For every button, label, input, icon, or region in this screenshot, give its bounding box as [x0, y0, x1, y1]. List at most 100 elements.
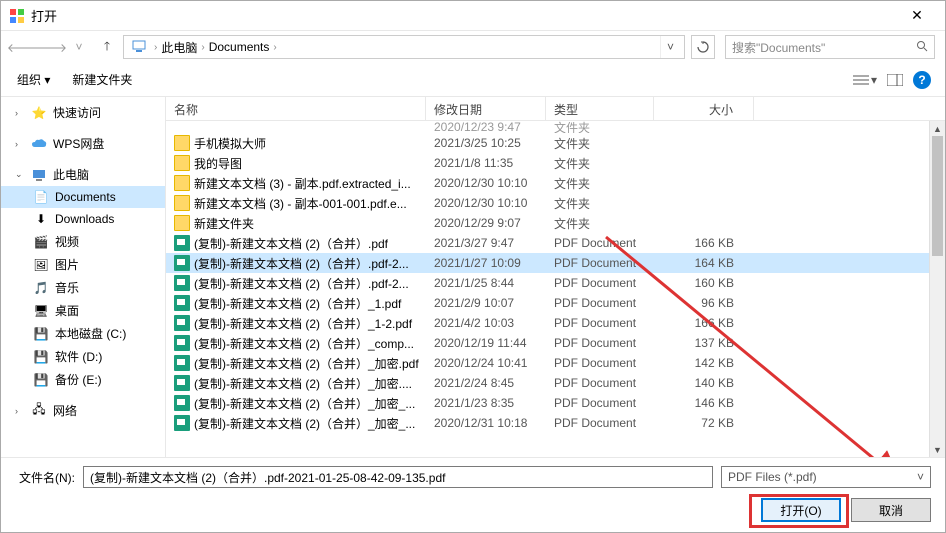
network-icon: 🖧: [31, 403, 47, 419]
file-row[interactable]: 手机模拟大师 2021/3/25 10:25文件夹: [166, 133, 945, 153]
file-row[interactable]: (复制)-新建文本文档 (2)（合并）_加密_...2020/12/31 10:…: [166, 413, 945, 433]
desktop-icon: 🖥: [33, 303, 49, 319]
preview-pane-button[interactable]: [887, 74, 903, 86]
disk-icon: 💾: [33, 372, 49, 388]
scroll-up-icon[interactable]: ▲: [930, 121, 945, 136]
sidebar-disk-e[interactable]: 💾备份 (E:): [1, 368, 165, 391]
recent-dropdown[interactable]: ˅: [67, 35, 91, 59]
downloads-icon: ⬇: [33, 211, 49, 227]
scrollbar[interactable]: ▲ ▼: [929, 121, 945, 457]
file-name: 手机模拟大师: [194, 135, 266, 152]
file-row[interactable]: (复制)-新建文本文档 (2)（合并）.pdf-2...2021/1/27 10…: [166, 253, 945, 273]
close-button[interactable]: ✕: [897, 2, 937, 30]
file-type: 文件夹: [546, 155, 654, 172]
open-button[interactable]: 打开(O): [761, 498, 841, 522]
sidebar-desktop[interactable]: 🖥桌面: [1, 299, 165, 322]
sidebar-quick-access[interactable]: ›⭐快速访问: [1, 101, 165, 124]
up-button[interactable]: 🡑: [95, 35, 119, 59]
sidebar-disk-c[interactable]: 💾本地磁盘 (C:): [1, 322, 165, 345]
file-date: 2021/2/24 8:45: [426, 376, 546, 390]
file-size: 96 KB: [654, 296, 754, 310]
file-row[interactable]: (复制)-新建文本文档 (2)（合并）_加密.pdf2020/12/24 10:…: [166, 353, 945, 373]
sidebar-pictures[interactable]: 🖼图片: [1, 253, 165, 276]
file-row-truncated[interactable]: 2020/12/23 9:47 文件夹: [166, 121, 945, 133]
file-type: 文件夹: [546, 175, 654, 192]
forward-button[interactable]: 🡒: [39, 35, 63, 59]
new-folder-button[interactable]: 新建文件夹: [70, 67, 134, 92]
file-row[interactable]: 新建文本文档 (3) - 副本.pdf.extracted_i...2020/1…: [166, 173, 945, 193]
file-date: 2020/12/30 10:10: [426, 196, 546, 210]
view-mode-button[interactable]: ▾: [853, 73, 877, 87]
breadcrumb[interactable]: › 此电脑 › Documents › ˅: [123, 35, 685, 59]
sidebar-downloads[interactable]: ⬇Downloads: [1, 208, 165, 230]
help-button[interactable]: ?: [913, 71, 931, 89]
pdf-icon: [174, 335, 190, 351]
column-type[interactable]: 类型: [546, 97, 654, 120]
scrollbar-thumb[interactable]: [932, 136, 943, 256]
file-name: 新建文本文档 (3) - 副本.pdf.extracted_i...: [194, 175, 411, 192]
file-name: (复制)-新建文本文档 (2)（合并）_加密....: [194, 375, 412, 392]
organize-menu[interactable]: 组织 ▾: [15, 67, 52, 92]
search-input[interactable]: 搜索"Documents": [725, 35, 935, 59]
file-row[interactable]: (复制)-新建文本文档 (2)（合并）.pdf2021/3/27 9:47PDF…: [166, 233, 945, 253]
file-size: 164 KB: [654, 256, 754, 270]
file-date: 2021/3/25 10:25: [426, 136, 546, 150]
file-size: 160 KB: [654, 276, 754, 290]
file-row[interactable]: 新建文本文档 (3) - 副本-001-001.pdf.e...2020/12/…: [166, 193, 945, 213]
file-type: PDF Document: [546, 376, 654, 390]
column-name[interactable]: 名称: [166, 97, 426, 120]
pdf-icon: [174, 375, 190, 391]
sidebar-wps[interactable]: ›WPS网盘: [1, 132, 165, 155]
pdf-icon: [174, 395, 190, 411]
file-row[interactable]: (复制)-新建文本文档 (2)（合并）_1-2.pdf2021/4/2 10:0…: [166, 313, 945, 333]
breadcrumb-dropdown[interactable]: ˅: [660, 36, 680, 58]
documents-icon: 📄: [33, 189, 49, 205]
breadcrumb-root[interactable]: 此电脑: [161, 39, 197, 56]
sidebar-network[interactable]: ›🖧网络: [1, 399, 165, 422]
file-row[interactable]: (复制)-新建文本文档 (2)（合并）_1.pdf2021/2/9 10:07P…: [166, 293, 945, 313]
file-row[interactable]: (复制)-新建文本文档 (2)（合并）.pdf-2...2021/1/25 8:…: [166, 273, 945, 293]
app-icon: [9, 8, 25, 24]
filename-input[interactable]: [83, 466, 713, 488]
file-type: PDF Document: [546, 336, 654, 350]
file-row[interactable]: (复制)-新建文本文档 (2)（合并）_加密.... 2021/2/24 8:45…: [166, 373, 945, 393]
file-row[interactable]: 新建文件夹2020/12/29 9:07文件夹: [166, 213, 945, 233]
file-name: (复制)-新建文本文档 (2)（合并）_加密.pdf: [194, 355, 419, 372]
pdf-icon: [174, 315, 190, 331]
pdf-icon: [174, 235, 190, 251]
breadcrumb-folder[interactable]: Documents: [209, 40, 270, 54]
scroll-down-icon[interactable]: ▼: [930, 442, 945, 457]
file-date: 2021/1/27 10:09: [426, 256, 546, 270]
sidebar-music[interactable]: 🎵音乐: [1, 276, 165, 299]
file-name: 我的导图: [194, 155, 242, 172]
column-size[interactable]: 大小: [654, 97, 754, 120]
file-size: 166 KB: [654, 236, 754, 250]
file-type: PDF Document: [546, 236, 654, 250]
back-button[interactable]: 🡐: [11, 35, 35, 59]
cancel-button[interactable]: 取消: [851, 498, 931, 522]
toolbar: 组织 ▾ 新建文件夹 ▾ ?: [1, 63, 945, 97]
pdf-icon: [174, 355, 190, 371]
chevron-down-icon: ˅: [917, 470, 924, 484]
file-type: PDF Document: [546, 316, 654, 330]
refresh-button[interactable]: [691, 35, 715, 59]
column-date[interactable]: 修改日期: [426, 97, 546, 120]
chevron-right-icon: ›: [273, 42, 276, 53]
sidebar-disk-d[interactable]: 💾软件 (D:): [1, 345, 165, 368]
sidebar-documents[interactable]: 📄Documents: [1, 186, 165, 208]
sidebar-videos[interactable]: 🎬视频: [1, 230, 165, 253]
search-icon[interactable]: [916, 40, 928, 55]
file-date: 2021/3/27 9:47: [426, 236, 546, 250]
pdf-icon: [174, 255, 190, 271]
filetype-select[interactable]: PDF Files (*.pdf)˅: [721, 466, 931, 488]
file-list[interactable]: 2020/12/23 9:47 文件夹 手机模拟大师 2021/3/25 10:2…: [166, 121, 945, 457]
pc-icon: [31, 167, 47, 183]
music-icon: 🎵: [33, 280, 49, 296]
file-row[interactable]: (复制)-新建文本文档 (2)（合并）_comp...2020/12/19 11…: [166, 333, 945, 353]
file-row[interactable]: 我的导图2021/1/8 11:35文件夹: [166, 153, 945, 173]
navbar: 🡐 🡒 ˅ 🡑 › 此电脑 › Documents › ˅ 搜索"Documen…: [1, 31, 945, 63]
file-row[interactable]: (复制)-新建文本文档 (2)（合并）_加密_...2021/1/23 8:35…: [166, 393, 945, 413]
file-type: 文件夹: [546, 135, 654, 152]
pc-icon: [132, 39, 146, 56]
sidebar-this-pc[interactable]: ⌄此电脑: [1, 163, 165, 186]
